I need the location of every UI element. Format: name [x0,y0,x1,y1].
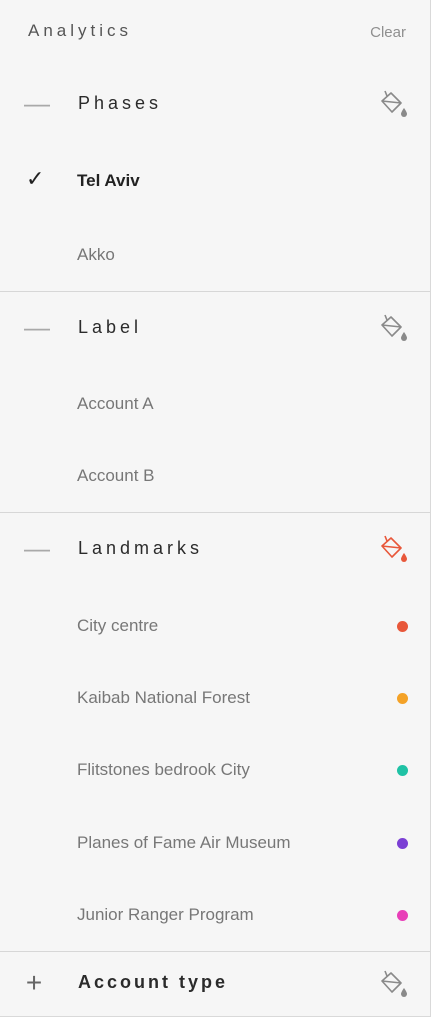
list-item-planes-of-fame-air-museum[interactable]: Planes of Fame Air Museum [0,807,430,879]
list-item-junior-ranger-program[interactable]: Junior Ranger Program [0,879,430,951]
section-header-landmarks[interactable]: — Landmarks [0,513,430,585]
list-item-city-centre[interactable]: City centre [0,590,430,662]
list-item-account-b[interactable]: Account B [0,440,430,512]
checkmark-icon: ✓ [26,166,45,191]
section-header-label[interactable]: — Label [0,292,430,364]
collapse-toggle-icon[interactable]: — [24,90,50,116]
item-label: Account B [77,466,155,485]
color-dot [397,765,408,776]
panel-header: Analytics Clear [0,0,430,62]
expand-toggle-icon[interactable]: + [24,969,44,997]
collapse-toggle-icon[interactable]: — [24,314,50,340]
item-label: Akko [77,245,115,264]
color-dot [397,621,408,632]
item-label: Account A [77,394,154,413]
color-dot [397,838,408,849]
section-label: Label [78,317,143,337]
section-label: Phases [78,93,163,113]
list-item-account-a[interactable]: Account A [0,368,430,440]
item-label: Flitstones bedrook City [77,760,250,779]
paint-bucket-icon[interactable] [376,532,410,566]
list-item-flitstones-bedrook-city[interactable]: Flitstones bedrook City [0,734,430,806]
section-header-account-type[interactable]: + Account type [0,952,430,1016]
list-item-tel-aviv[interactable]: ✓ Tel Aviv [0,145,430,217]
section-label: Landmarks [78,538,204,558]
color-dot [397,693,408,704]
paint-bucket-icon[interactable] [376,87,410,121]
collapse-toggle-icon[interactable]: — [24,535,50,561]
clear-button[interactable]: Clear [370,24,406,41]
color-dot [397,910,408,921]
section-header-phases[interactable]: — Phases [0,68,430,140]
section-label: Account type [78,972,229,992]
list-item-kaibab-national-forest[interactable]: Kaibab National Forest [0,662,430,734]
item-label: Kaibab National Forest [77,688,250,707]
item-label: Tel Aviv [77,171,140,190]
item-label: City centre [77,616,159,635]
paint-bucket-icon[interactable] [376,967,410,1001]
panel-title: Analytics [28,21,133,40]
paint-bucket-icon[interactable] [376,311,410,345]
analytics-panel: Analytics Clear — Phases ✓ Tel Aviv Akko… [0,0,431,1017]
list-item-akko[interactable]: Akko [0,219,430,291]
item-label: Junior Ranger Program [77,905,254,924]
item-label: Planes of Fame Air Museum [77,833,291,852]
